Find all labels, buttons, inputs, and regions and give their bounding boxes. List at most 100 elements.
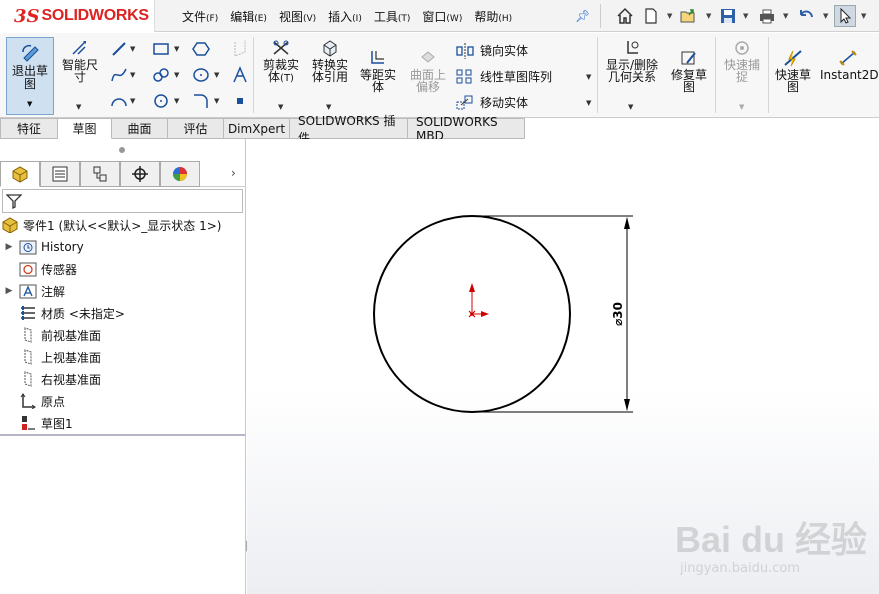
tree-item-history[interactable]: ▶ History [0,237,84,257]
exit-sketch-button[interactable]: 退出草图 ▼ [6,37,54,115]
chevron-down-icon[interactable]: ▼ [27,100,32,108]
dimxpert-manager-tab[interactable] [120,161,160,187]
mirror-entities-button[interactable]: 镜向实体 [456,42,528,59]
menu-edit[interactable]: 编辑(E) [230,8,267,25]
chevron-down-icon[interactable]: ▼ [586,99,591,107]
undo-icon[interactable] [795,5,817,27]
chevron-down-icon[interactable]: ▼ [214,71,219,79]
chevron-down-icon[interactable]: ▼ [586,73,591,81]
pin-icon[interactable]: 📌︎ [575,9,590,23]
move-entities-button[interactable]: 移动实体 [456,94,528,111]
graphics-area[interactable]: ⌀30 Bai du 经验 jingyan.baidu.com [247,139,879,594]
chevron-down-icon[interactable]: ▼ [214,97,219,105]
tree-item-label: 前视基准面 [41,328,102,343]
tree-item-sensors[interactable]: 传感器 [0,259,77,279]
chevron-down-icon[interactable]: ▼ [326,103,331,111]
print-icon[interactable] [756,5,778,27]
display-manager-tab[interactable] [160,161,200,187]
rectangle-tool-icon[interactable] [150,39,172,59]
chevron-down-icon[interactable]: ▼ [130,71,135,79]
tree-rollback-bar[interactable] [0,434,245,436]
offset-on-surface-button[interactable]: 曲面上偏移 [405,49,451,93]
tree-item-origin[interactable]: 原点 [0,391,65,411]
panel-grip[interactable] [119,147,125,153]
instant2d-button[interactable]: Instant2D [820,49,879,81]
chevron-down-icon[interactable]: ▼ [76,103,81,111]
tab-solidworks-addins[interactable]: SOLIDWORKS 插件 [290,114,408,145]
chevron-down-icon[interactable]: ▼ [174,71,179,79]
open-folder-icon[interactable] [677,5,699,27]
display-relations-button[interactable]: 显示/删除几何关系 [602,39,662,83]
circle-tool-icon[interactable] [150,91,172,111]
expand-arrow-icon[interactable]: ▶ [4,242,14,252]
rapid-sketch-button[interactable]: 快速草图 [772,49,814,93]
tab-dimxpert[interactable]: DimXpert [224,118,290,139]
tree-item-material[interactable]: 材质 <未指定> [0,303,125,323]
menu-file[interactable]: 文件(F) [182,8,218,25]
chevron-down-icon[interactable]: ▼ [706,12,711,20]
chevron-down-icon[interactable]: ▼ [174,45,179,53]
arc-tool-icon[interactable] [108,91,130,111]
tree-item-sketch1[interactable]: 草图1 [0,413,73,433]
trim-entities-button[interactable]: 剪裁实体(T) [258,39,304,85]
text-tool-icon[interactable] [229,65,251,85]
sketch-origin-icon[interactable] [468,283,489,318]
tab-solidworks-mbd[interactable]: SOLIDWORKS MBD [408,115,525,143]
smart-dimension-button[interactable]: 智能尺寸 [58,39,102,83]
save-icon[interactable] [717,5,739,27]
chevron-down-icon[interactable]: ▼ [861,12,866,20]
chevron-down-icon[interactable]: ▼ [823,12,828,20]
tree-filter[interactable] [2,189,243,213]
chevron-down-icon[interactable]: ▼ [783,12,788,20]
chevron-down-icon[interactable]: ▼ [739,103,744,111]
tab-sketch[interactable]: 草图 [58,118,112,139]
offset-entities-button[interactable]: 等距实体 [356,49,400,93]
chevron-down-icon[interactable]: ▼ [667,12,672,20]
chevron-right-icon[interactable]: › [231,166,236,180]
menu-tools[interactable]: 工具(T) [374,8,411,25]
convert-entities-button[interactable]: 转换实体引用 [308,39,352,83]
chevron-down-icon[interactable]: ▼ [743,12,748,20]
dimension-label[interactable]: ⌀30 [611,302,625,326]
polygon-tool-icon[interactable] [190,39,212,59]
linear-pattern-button[interactable]: 线性草图阵列 [456,68,552,85]
ellipse-tool-icon[interactable] [190,65,212,85]
menu-window[interactable]: 窗口(W) [422,8,462,25]
new-document-icon[interactable] [640,5,662,27]
line-tool-icon[interactable] [108,39,130,59]
tab-evaluate[interactable]: 评估 [168,118,224,139]
instant2d-icon [839,50,857,66]
feature-manager-tab[interactable] [0,161,40,187]
solidworks-logo[interactable]: 3S SOLIDWORKS [0,0,155,32]
tree-item-top-plane[interactable]: 上视基准面 [0,347,101,367]
tree-item-right-plane[interactable]: 右视基准面 [0,369,101,389]
menu-view[interactable]: 视图(V) [279,8,316,25]
home-icon[interactable] [614,5,636,27]
toolbar-separator [600,4,601,28]
menu-help[interactable]: 帮助(H) [474,8,512,25]
tab-surfaces[interactable]: 曲面 [112,118,168,139]
slot-tool-icon[interactable] [150,65,172,85]
point-tool-icon[interactable] [229,91,251,111]
tree-item-annotations[interactable]: ▶ 注解 [0,281,65,301]
repair-sketch-button[interactable]: 修复草图 [666,49,712,93]
fillet-tool-icon[interactable] [190,91,212,111]
chevron-down-icon[interactable]: ▼ [130,45,135,53]
ribbon-separator [597,37,598,113]
tab-features[interactable]: 特征 [0,118,58,139]
chevron-down-icon[interactable]: ▼ [628,103,633,111]
quick-snaps-button[interactable]: 快速捕捉 [720,39,764,83]
plane-tool-icon[interactable] [229,39,251,59]
select-cursor-icon[interactable] [834,5,856,27]
chevron-down-icon[interactable]: ▼ [130,97,135,105]
chevron-down-icon[interactable]: ▼ [278,103,283,111]
configuration-manager-tab[interactable] [80,161,120,187]
tree-item-front-plane[interactable]: 前视基准面 [0,325,101,345]
manager-tabs: › [0,161,246,187]
chevron-down-icon[interactable]: ▼ [174,97,179,105]
menu-insert[interactable]: 插入(I) [328,8,362,25]
tree-root-part[interactable]: 零件1 (默认<<默认>_显示状态 1>) [0,215,221,235]
spline-tool-icon[interactable] [108,65,130,85]
expand-arrow-icon[interactable]: ▶ [4,286,14,296]
property-manager-tab[interactable] [40,161,80,187]
